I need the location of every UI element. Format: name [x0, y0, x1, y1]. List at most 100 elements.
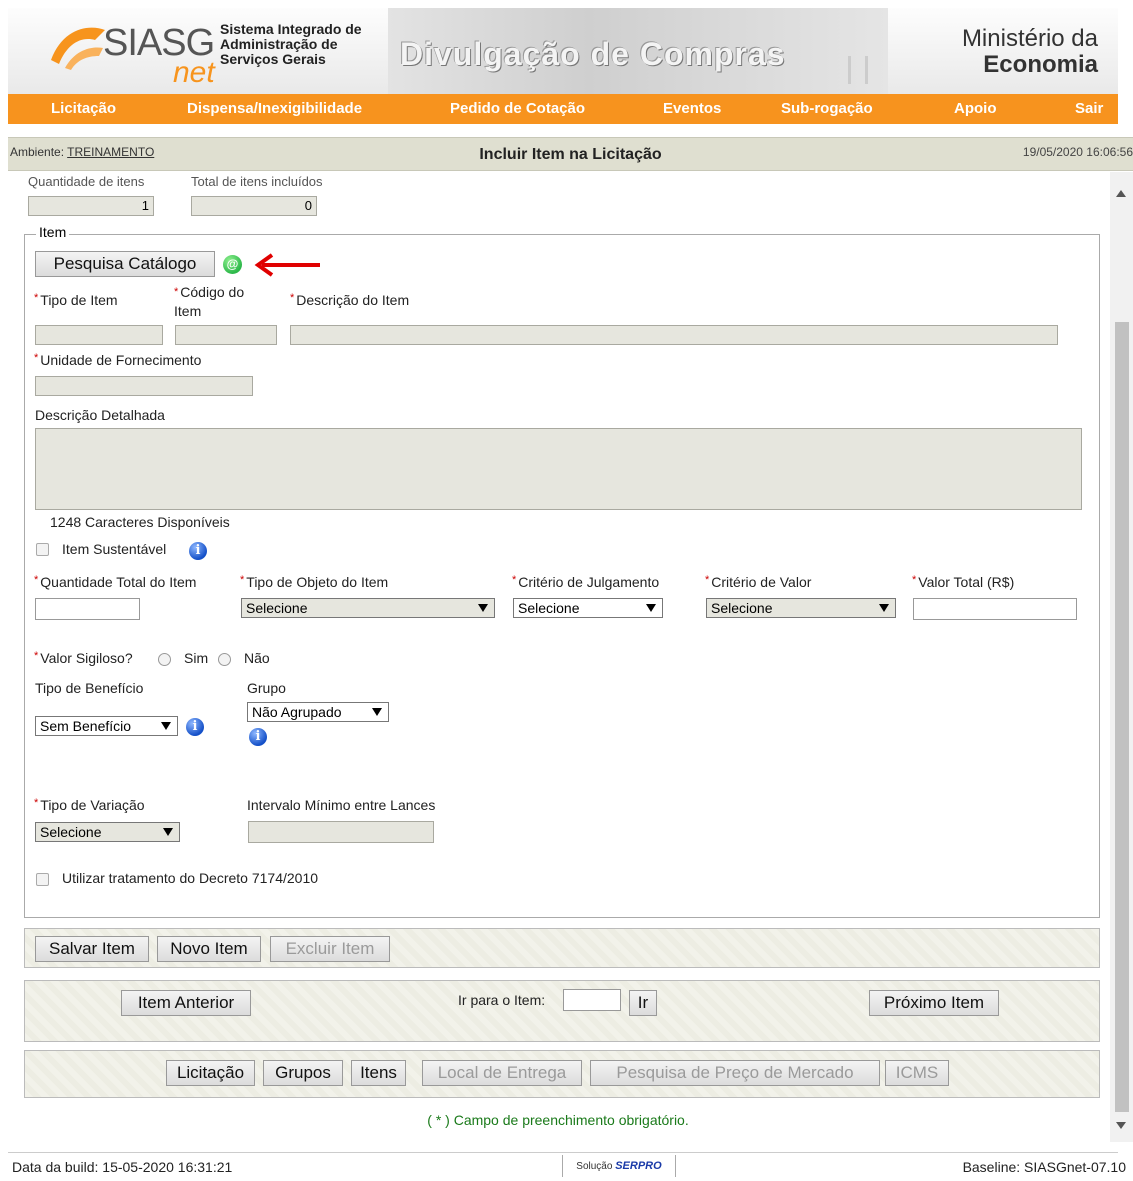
- tab-icms[interactable]: ICMS: [885, 1060, 949, 1086]
- required-mark: *: [512, 574, 517, 586]
- quantidade-total-text: Quantidade Total do Item: [40, 574, 197, 590]
- tipo-beneficio-info-icon[interactable]: i: [186, 718, 204, 736]
- chevron-down-icon: [646, 604, 656, 612]
- novo-item-button[interactable]: Novo Item: [157, 936, 261, 962]
- tipo-item-label: * Tipo de Item: [34, 292, 118, 308]
- sim-label: Sim: [184, 650, 209, 666]
- descricao-item-text: Descrição do Item: [296, 292, 410, 308]
- quantidade-total-input[interactable]: [35, 598, 140, 620]
- required-mark: *: [912, 574, 917, 586]
- total-included-field: 0: [191, 196, 317, 216]
- required-note: ( * ) Campo de preenchimento obrigatório…: [427, 1112, 689, 1128]
- tipo-objeto-label: * Tipo de Objeto do Item: [240, 574, 388, 590]
- criterio-valor-label: * Critério de Valor: [705, 574, 811, 590]
- quantidade-total-label: * Quantidade Total do Item: [34, 574, 196, 590]
- main-menu: Licitação Dispensa/Inexigibilidade Pedid…: [8, 94, 1118, 124]
- menu-item-eventos[interactable]: Eventos: [663, 100, 721, 117]
- banner-title: Divulgação de Compras: [400, 36, 786, 72]
- unidade-field: [35, 376, 253, 396]
- menu-item-pedido-cotacao[interactable]: Pedido de Cotação: [450, 100, 585, 117]
- item-fieldset-legend: Item: [36, 224, 70, 240]
- ir-para-label: Ir para o Item:: [458, 992, 546, 1008]
- excluir-item-button[interactable]: Excluir Item: [270, 936, 390, 962]
- item-sustentavel-label: Item Sustentável: [62, 541, 167, 557]
- header-banner: SIASG net Sistema Integrado de Administr…: [8, 8, 1118, 95]
- tab-local-entrega[interactable]: Local de Entrega: [422, 1060, 582, 1086]
- ir-para-input[interactable]: [563, 989, 621, 1011]
- required-mark: *: [290, 292, 295, 304]
- ir-button[interactable]: Ir: [629, 990, 657, 1016]
- unidade-text: Unidade de Fornecimento: [40, 352, 202, 368]
- timestamp: 19/05/2020 16:06:56: [1022, 145, 1133, 159]
- item-anterior-button[interactable]: Item Anterior: [121, 990, 251, 1016]
- scroll-down-icon[interactable]: [1116, 1122, 1126, 1129]
- tipo-variacao-selected: Selecione: [40, 824, 102, 840]
- descricao-detalhada-label: Descrição Detalhada: [35, 407, 165, 423]
- ministry-name: Ministério da Economia: [962, 26, 1098, 78]
- pesquisa-catalogo-button[interactable]: Pesquisa Catálogo: [35, 251, 215, 277]
- scroll-up-icon[interactable]: [1116, 190, 1126, 197]
- codigo-item-text: Item: [174, 303, 202, 319]
- scrollbar[interactable]: [1110, 172, 1133, 1142]
- descricao-detalhada-textarea: [35, 428, 1082, 510]
- qty-items-field: 1: [28, 196, 154, 216]
- valor-sigiloso-sim-radio[interactable]: [158, 653, 171, 666]
- grupo-select[interactable]: Não Agrupado: [247, 702, 389, 722]
- ministry-line: Economia: [983, 51, 1098, 78]
- salvar-item-button[interactable]: Salvar Item: [35, 936, 149, 962]
- tipo-variacao-text: Tipo de Variação: [40, 797, 145, 813]
- decreto-checkbox[interactable]: [36, 873, 49, 886]
- required-mark: *: [34, 574, 39, 586]
- baseline-version: Baseline: SIASGnet-07.10: [962, 1159, 1126, 1175]
- scrollbar-thumb[interactable]: [1115, 322, 1129, 1112]
- criterio-julgamento-selected: Selecione: [518, 600, 580, 616]
- menu-item-licitacao[interactable]: Licitação: [51, 100, 116, 117]
- chevron-down-icon: [879, 604, 889, 612]
- build-date: Data da build: 15-05-2020 16:31:21: [12, 1159, 233, 1175]
- item-sustentavel-info-icon[interactable]: i: [189, 542, 207, 560]
- tipo-variacao-select[interactable]: Selecione: [35, 822, 180, 842]
- criterio-julgamento-select[interactable]: Selecione: [513, 598, 663, 618]
- tipo-objeto-selected: Selecione: [246, 600, 308, 616]
- annotation-arrow-icon: [254, 253, 320, 277]
- required-mark: *: [34, 292, 39, 304]
- tipo-beneficio-select[interactable]: Sem Benefício: [35, 716, 178, 736]
- tipo-item-field: [35, 325, 163, 345]
- chevron-down-icon: [478, 604, 488, 612]
- menu-item-sub-rogacao[interactable]: Sub-rogação: [781, 100, 873, 117]
- tipo-variacao-label: * Tipo de Variação: [34, 797, 145, 813]
- valor-sigiloso-label: * Valor Sigiloso?: [34, 650, 133, 666]
- criterio-valor-select[interactable]: Selecione: [706, 598, 896, 618]
- tipo-objeto-select[interactable]: Selecione: [241, 598, 495, 618]
- form-content: Quantidade de itens Total de itens inclu…: [8, 172, 1108, 1142]
- valor-sigiloso-nao-radio[interactable]: [218, 653, 231, 666]
- tab-licitacao[interactable]: Licitação: [166, 1060, 255, 1086]
- menu-item-apoio[interactable]: Apoio: [954, 100, 997, 117]
- tab-pesquisa-preco[interactable]: Pesquisa de Preço de Mercado: [590, 1060, 880, 1086]
- grupo-label: Grupo: [247, 680, 286, 696]
- menu-item-sair[interactable]: Sair: [1075, 100, 1103, 117]
- chevron-down-icon: [161, 722, 171, 730]
- logo-swoosh-icon: [51, 27, 105, 70]
- banner-decoration: [848, 56, 868, 84]
- chars-available: 1248 Caracteres Disponíveis: [50, 514, 230, 530]
- total-included-label: Total de itens incluídos: [191, 174, 323, 189]
- criterio-valor-text: Critério de Valor: [711, 574, 812, 590]
- item-sustentavel-checkbox[interactable]: [36, 543, 49, 556]
- chevron-down-icon: [372, 708, 382, 716]
- valor-total-input[interactable]: [913, 598, 1077, 620]
- tab-grupos[interactable]: Grupos: [263, 1060, 343, 1086]
- grupo-info-icon[interactable]: i: [249, 728, 267, 746]
- descricao-item-field: [290, 325, 1058, 345]
- menu-item-dispensa[interactable]: Dispensa/Inexigibilidade: [187, 100, 362, 117]
- catalog-status-icon[interactable]: @: [223, 255, 242, 274]
- valor-total-label: * Valor Total (R$): [912, 574, 1014, 590]
- proximo-item-button[interactable]: Próximo Item: [869, 990, 999, 1016]
- valor-sigiloso-text: Valor Sigiloso?: [40, 650, 133, 666]
- tipo-beneficio-selected: Sem Benefício: [40, 718, 132, 734]
- codigo-item-label: * Código do Item: [174, 283, 244, 321]
- grupo-selected: Não Agrupado: [252, 704, 342, 720]
- codigo-item-field: [175, 325, 277, 345]
- tab-itens[interactable]: Itens: [351, 1060, 406, 1086]
- ministry-line: Ministério da: [961, 25, 1098, 52]
